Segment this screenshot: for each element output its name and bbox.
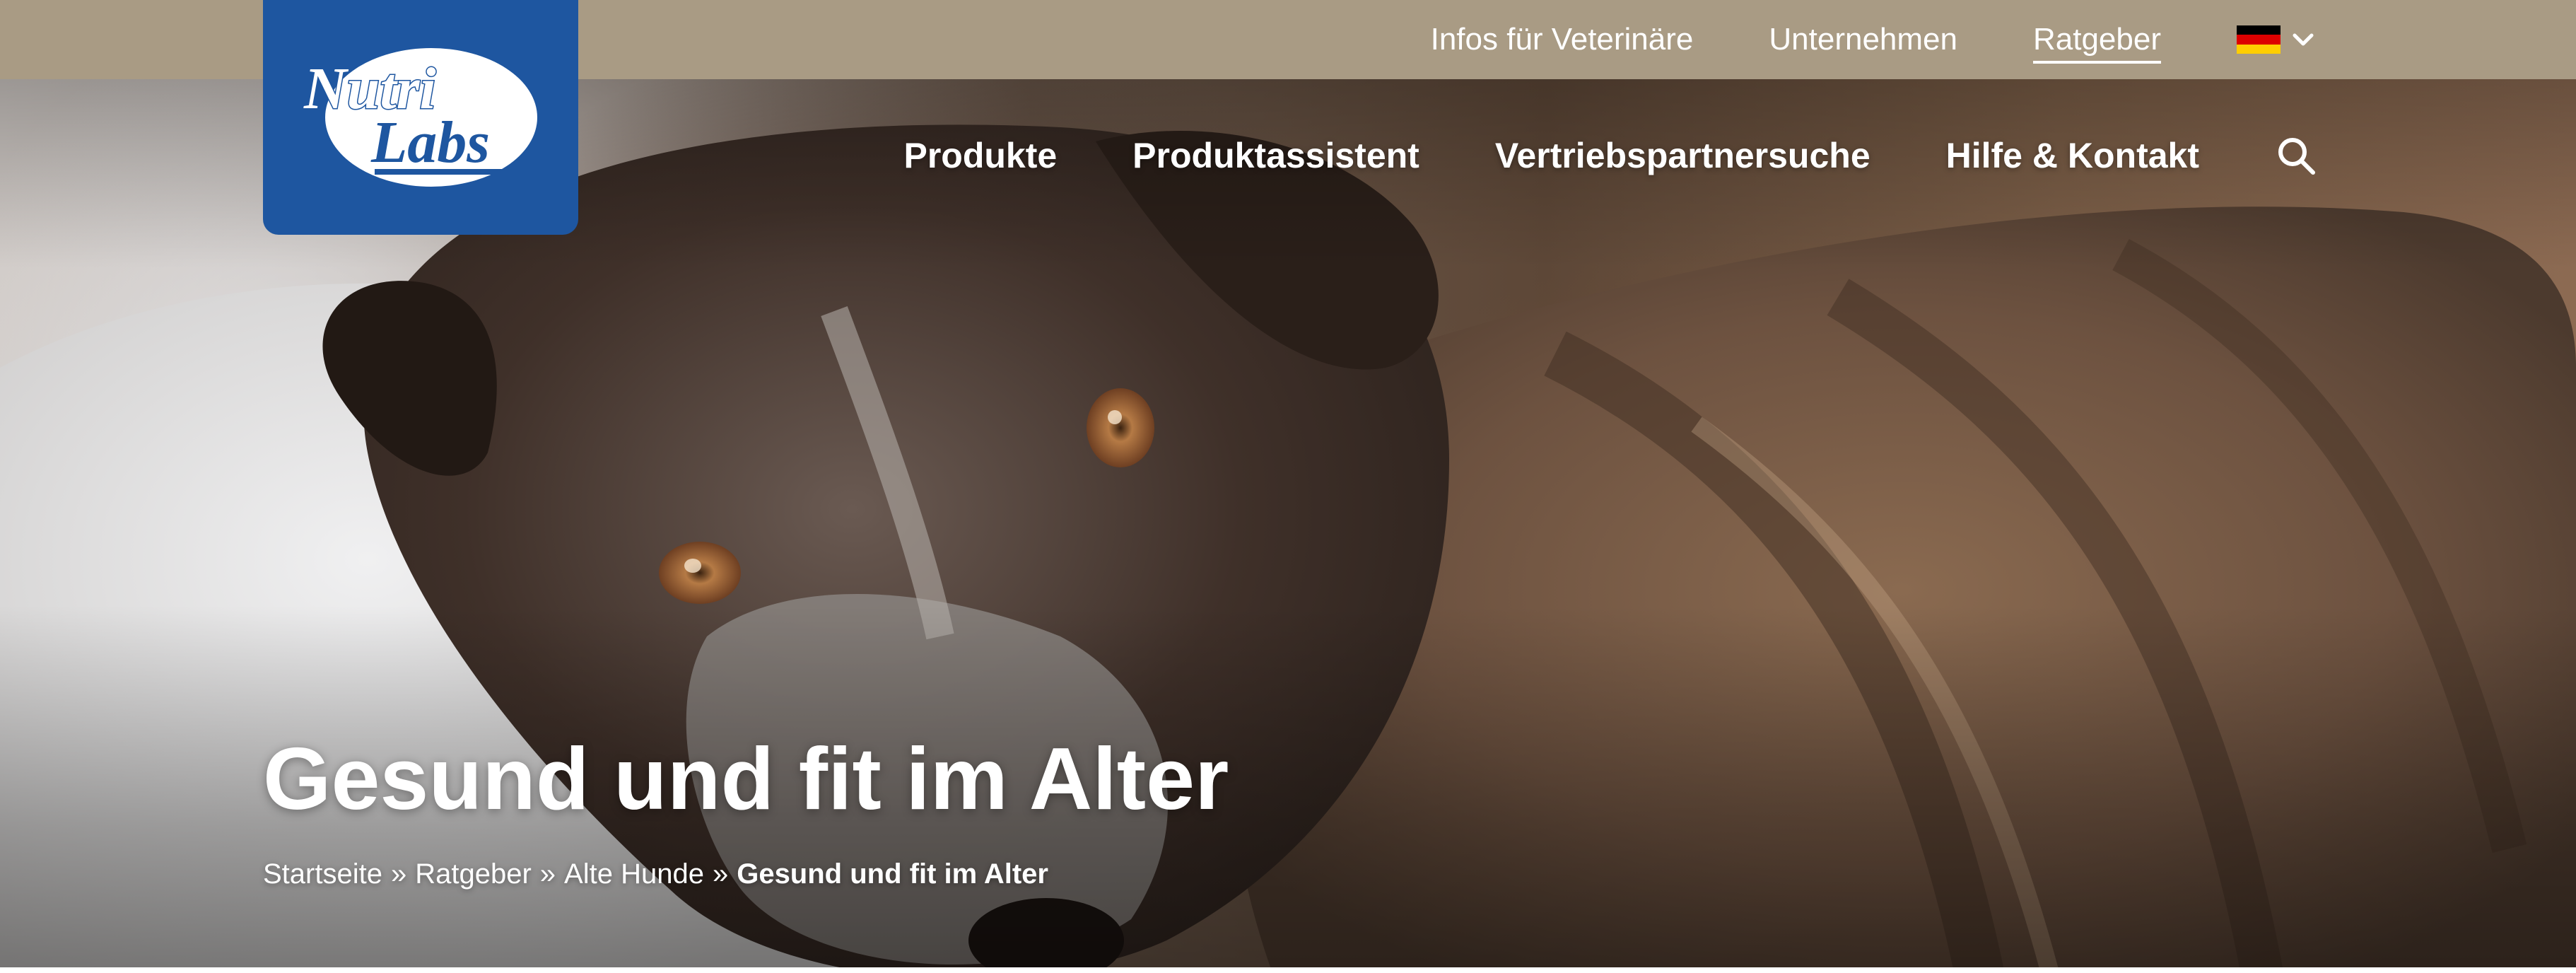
top-nav: Infos für Veterinäre Unternehmen Ratgebe… <box>1355 0 2576 79</box>
main-nav: Produkte Produktassistent Vertriebspartn… <box>903 134 2317 177</box>
logo-mark: Nutri Labs <box>303 48 537 187</box>
breadcrumb-item-ratgeber[interactable]: Ratgeber <box>415 858 532 890</box>
breadcrumb-separator: » <box>712 858 729 890</box>
chevron-down-icon <box>2293 33 2314 46</box>
language-switcher[interactable] <box>2237 25 2317 54</box>
topnav-link-ratgeber[interactable]: Ratgeber <box>2032 24 2161 64</box>
breadcrumb-item-startseite[interactable]: Startseite <box>263 858 382 890</box>
topnav-link-unternehmen[interactable]: Unternehmen <box>1769 24 1957 55</box>
nutrilabs-logo[interactable]: Nutri Labs <box>263 0 578 235</box>
de-flag-icon <box>2237 25 2281 54</box>
topnav-link-veterinaere[interactable]: Infos für Veterinäre <box>1431 24 1694 55</box>
nav-item-vertriebspartnersuche[interactable]: Vertriebspartnersuche <box>1495 138 1870 173</box>
breadcrumb-item-alte-hunde[interactable]: Alte Hunde <box>564 858 704 890</box>
search-icon[interactable] <box>2275 134 2317 177</box>
breadcrumb-separator: » <box>390 858 407 890</box>
breadcrumb: Startseite» Ratgeber» Alte Hunde» Gesund un… <box>263 860 1048 888</box>
nav-item-hilfe-kontakt[interactable]: Hilfe & Kontakt <box>1946 138 2199 173</box>
logo-text-line2: Labs <box>370 110 490 175</box>
breadcrumb-current: Gesund und fit im Alter <box>737 858 1048 890</box>
hero-bottom-edge <box>0 967 2576 973</box>
nav-item-produktassistent[interactable]: Produktassistent <box>1132 138 1419 173</box>
page-title: Gesund und fit im Alter <box>263 730 1229 828</box>
breadcrumb-separator: » <box>539 858 556 890</box>
nav-item-produkte[interactable]: Produkte <box>903 138 1057 173</box>
